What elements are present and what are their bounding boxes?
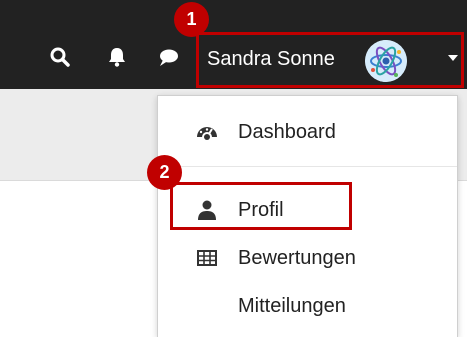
chat-icon[interactable] xyxy=(157,46,179,68)
user-menu-toggle[interactable]: Sandra Sonne xyxy=(196,32,464,88)
annotation-badge-1: 1 xyxy=(174,2,209,37)
menu-label-bewertungen: Bewertungen xyxy=(238,247,356,269)
user-dropdown-menu: Dashboard Profil Bewertungen Mitteilunge… xyxy=(157,95,458,337)
annotation-highlight-profil xyxy=(170,182,352,230)
table-grid-icon xyxy=(197,250,217,266)
menu-item-bewertungen[interactable]: Bewertungen xyxy=(158,238,457,278)
bell-icon[interactable] xyxy=(106,46,128,68)
chevron-down-icon xyxy=(448,55,458,61)
top-navbar: Sandra Sonne 1 xyxy=(0,0,467,89)
annotation-badge-2: 2 xyxy=(147,155,182,190)
menu-item-mitteilungen[interactable]: Mitteilungen xyxy=(158,286,457,326)
menu-label-mitteilungen: Mitteilungen xyxy=(238,295,346,317)
menu-label-dashboard: Dashboard xyxy=(238,121,336,143)
user-name: Sandra Sonne xyxy=(207,48,335,70)
search-icon[interactable] xyxy=(49,46,71,68)
menu-divider xyxy=(158,166,457,167)
menu-item-dashboard[interactable]: Dashboard xyxy=(158,112,457,152)
dashboard-gauge-icon xyxy=(197,127,217,140)
atom-avatar-icon xyxy=(365,40,407,82)
